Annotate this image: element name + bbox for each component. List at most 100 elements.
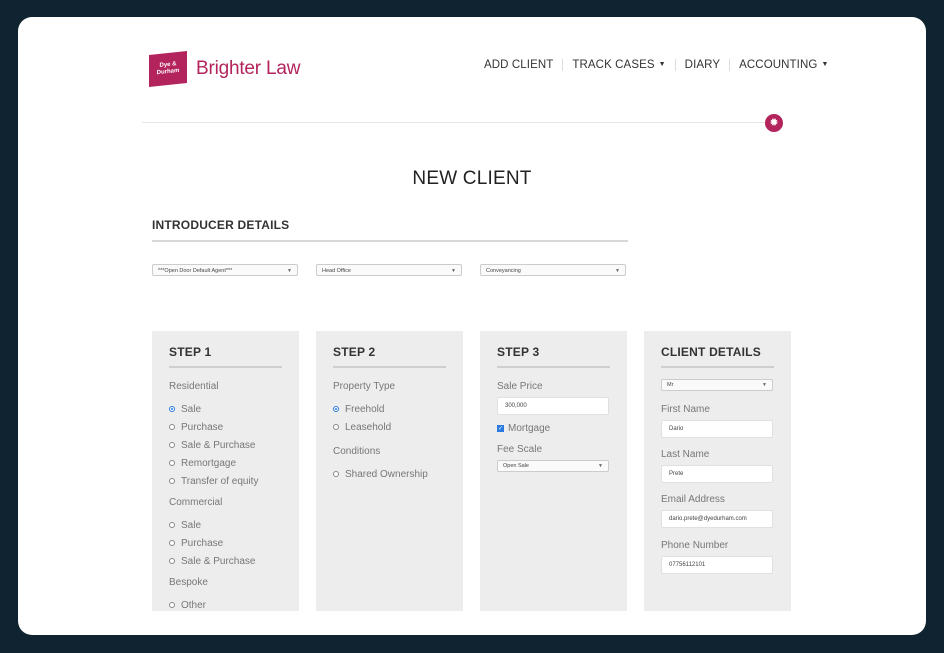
option-label: Sale & Purchase: [181, 440, 256, 451]
radio-selected-icon: [169, 405, 175, 412]
residential-label: Residential: [169, 381, 219, 392]
chevron-down-icon: ▼: [598, 463, 603, 469]
introducer-title: INTRODUCER DETAILS: [152, 218, 290, 232]
step2-divider: [333, 366, 446, 368]
fee-scale-select[interactable]: Open Sale ▼: [497, 460, 609, 472]
nav-add-client-label: ADD CLIENT: [484, 59, 554, 71]
client-details-panel: CLIENT DETAILS Mr ▼ First Name Dario Last…: [644, 331, 791, 611]
last-name-input[interactable]: Prete: [661, 465, 773, 483]
radio-icon: [169, 459, 175, 466]
sale-price-input[interactable]: 300,000: [497, 397, 609, 415]
radio-commercial-purchase[interactable]: Purchase: [169, 538, 223, 549]
option-label: Other: [181, 600, 207, 611]
app-window: Dye & Durham Brighter Law ADD CLIENT TRA…: [18, 17, 926, 635]
step3-panel: STEP 3 Sale Price 300,000 ✓ Mortgage Fee …: [480, 331, 627, 611]
radio-freehold[interactable]: Freehold: [333, 404, 384, 415]
phone-input[interactable]: 07756112101: [661, 556, 773, 574]
checkbox-checked-icon: ✓: [497, 425, 504, 432]
brand-name: Brighter Law: [196, 58, 301, 79]
main-nav: ADD CLIENT TRACK CASES ▼ DIARY ACCOUNTING…: [484, 59, 837, 71]
property-type-label: Property Type: [333, 381, 396, 392]
radio-residential-purchase[interactable]: Purchase: [169, 422, 223, 433]
nav-diary-label: DIARY: [684, 59, 721, 71]
caret-down-icon: ▼: [658, 61, 666, 68]
commercial-label: Commercial: [169, 497, 223, 508]
radio-icon: [169, 441, 175, 448]
last-name-label: Last Name: [661, 449, 710, 460]
step3-title: STEP 3: [497, 345, 540, 359]
email-input[interactable]: dario.prete@dyedurham.com: [661, 510, 773, 528]
option-label: Sale: [181, 520, 202, 531]
step1-title: STEP 1: [169, 345, 212, 359]
radio-leasehold[interactable]: Leasehold: [333, 422, 391, 433]
phone-label: Phone Number: [661, 540, 729, 551]
radio-residential-transfer-equity[interactable]: Transfer of equity: [169, 476, 258, 487]
option-label: Transfer of equity: [181, 476, 259, 487]
radio-commercial-sale-purchase[interactable]: Sale & Purchase: [169, 556, 256, 567]
conditions-label: Conditions: [333, 446, 381, 457]
option-label: Freehold: [345, 404, 385, 415]
chevron-down-icon: ▼: [451, 268, 456, 274]
fee-scale-label: Fee Scale: [497, 444, 543, 455]
step1-divider: [169, 366, 282, 368]
mortgage-checkbox[interactable]: ✓ Mortgage: [497, 423, 550, 434]
step2-panel: STEP 2 Property Type Freehold Leasehold …: [316, 331, 463, 611]
chevron-down-icon: ▼: [287, 268, 292, 274]
radio-residential-remortgage[interactable]: Remortgage: [169, 458, 236, 469]
chevron-down-icon: ▼: [615, 268, 620, 274]
radio-residential-sale-purchase[interactable]: Sale & Purchase: [169, 440, 256, 451]
introducer-divider: [152, 240, 628, 242]
page-title: NEW CLIENT: [412, 168, 532, 189]
title-select[interactable]: Mr ▼: [661, 379, 773, 391]
step2-title: STEP 2: [333, 345, 376, 359]
agent-select[interactable]: ***Open Door Default Agent*** ▼: [152, 264, 298, 276]
radio-icon: [169, 557, 175, 564]
option-label: Purchase: [181, 538, 224, 549]
department-select-value: Conveyancing: [486, 268, 521, 274]
nav-diary[interactable]: DIARY: [674, 59, 729, 71]
nav-add-client[interactable]: ADD CLIENT: [484, 59, 562, 71]
radio-icon: [169, 521, 175, 528]
option-label: Shared Ownership: [345, 469, 428, 480]
radio-residential-sale[interactable]: Sale: [169, 404, 201, 415]
brand-logo[interactable]: Dye & Durham Brighter Law: [149, 51, 301, 87]
radio-icon: [169, 477, 175, 484]
option-label: Sale: [181, 404, 202, 415]
radio-icon: [333, 423, 339, 430]
option-label: Remortgage: [181, 458, 237, 469]
option-label: Mortgage: [508, 423, 551, 434]
radio-selected-icon: [333, 405, 339, 412]
agent-select-value: ***Open Door Default Agent***: [158, 268, 233, 274]
radio-commercial-sale[interactable]: Sale: [169, 520, 201, 531]
client-details-title: CLIENT DETAILS: [661, 345, 761, 359]
caret-down-icon: ▼: [821, 61, 829, 68]
client-details-divider: [661, 366, 774, 368]
bespoke-label: Bespoke: [169, 577, 208, 588]
office-select[interactable]: Head Office ▼: [316, 264, 462, 276]
option-label: Purchase: [181, 422, 224, 433]
department-select[interactable]: Conveyancing ▼: [480, 264, 626, 276]
gear-icon[interactable]: ✹: [765, 114, 783, 132]
nav-accounting[interactable]: ACCOUNTING ▼: [729, 59, 837, 71]
step3-divider: [497, 366, 610, 368]
brand-mark: Dye & Durham: [149, 51, 187, 87]
header-divider: [142, 122, 776, 123]
fee-scale-value: Open Sale: [503, 463, 529, 469]
option-label: Sale & Purchase: [181, 556, 256, 567]
radio-icon: [169, 539, 175, 546]
email-label: Email Address: [661, 494, 725, 505]
radio-icon: [333, 470, 339, 477]
chevron-down-icon: ▼: [762, 382, 767, 388]
title-select-value: Mr: [667, 382, 674, 388]
option-label: Leasehold: [345, 422, 392, 433]
first-name-label: First Name: [661, 404, 710, 415]
radio-icon: [169, 423, 175, 430]
nav-accounting-label: ACCOUNTING: [739, 59, 818, 71]
sale-price-label: Sale Price: [497, 381, 543, 392]
nav-track-cases-label: TRACK CASES: [572, 59, 655, 71]
nav-track-cases[interactable]: TRACK CASES ▼: [562, 59, 674, 71]
step1-panel: STEP 1 Residential Sale Purchase Sale & …: [152, 331, 299, 611]
radio-bespoke-other[interactable]: Other: [169, 600, 206, 611]
radio-shared-ownership[interactable]: Shared Ownership: [333, 469, 428, 480]
first-name-input[interactable]: Dario: [661, 420, 773, 438]
